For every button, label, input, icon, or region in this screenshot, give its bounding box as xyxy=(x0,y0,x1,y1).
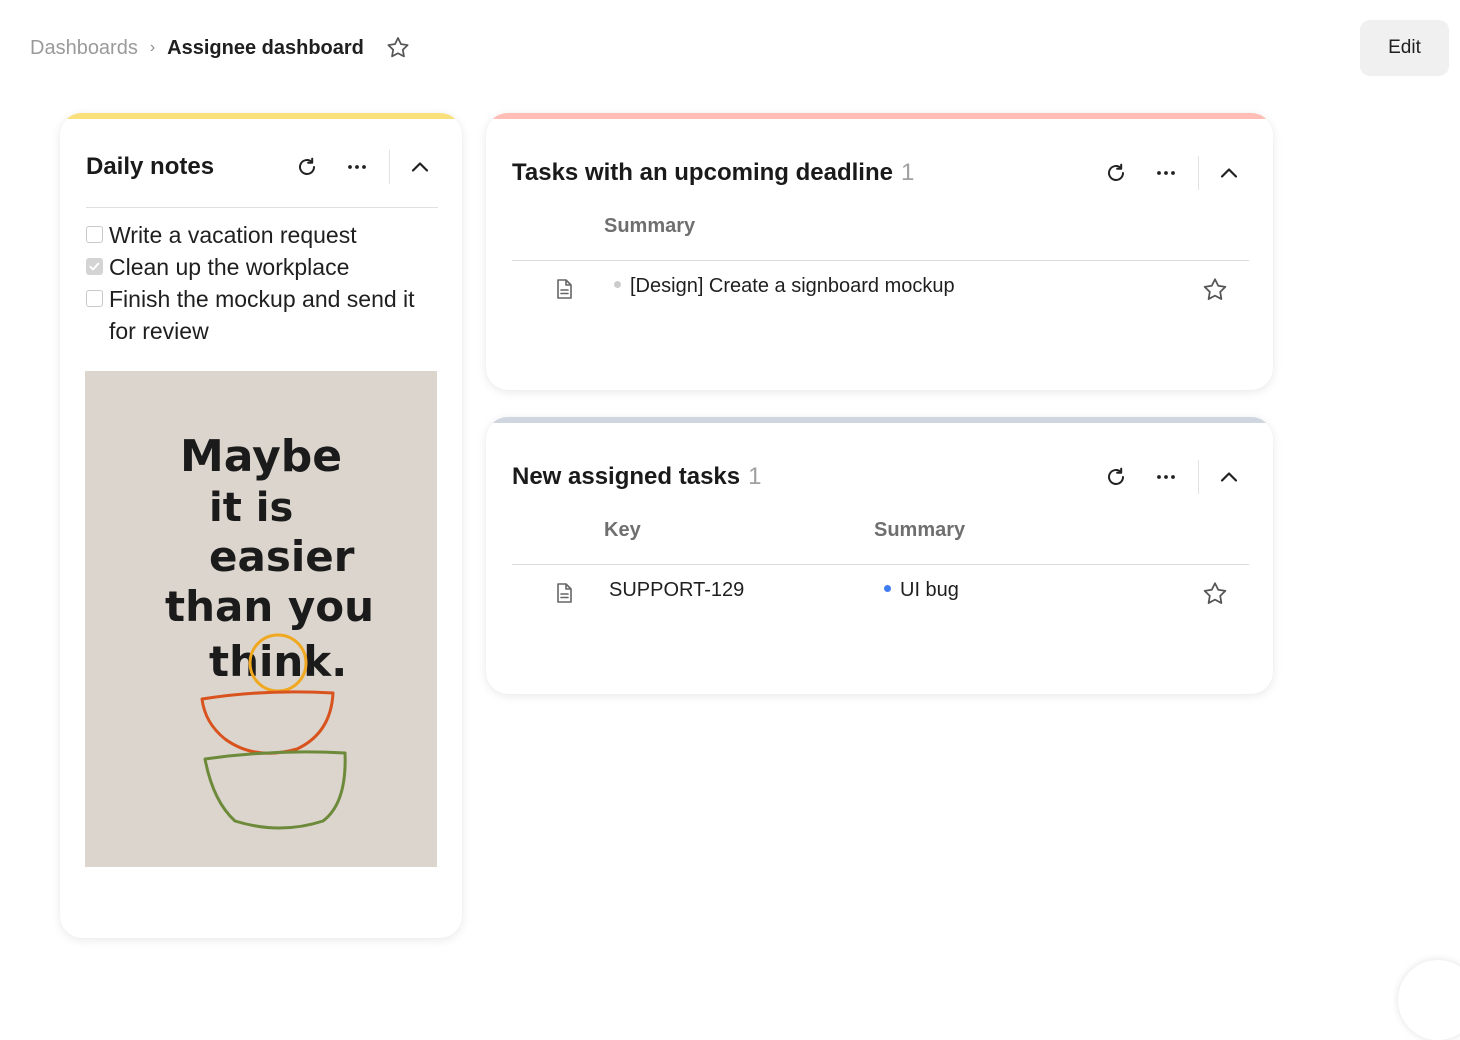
column-header-key[interactable]: Key xyxy=(604,519,641,542)
checkbox[interactable] xyxy=(86,290,103,307)
more-horizontal-icon[interactable] xyxy=(339,149,375,185)
status-dot xyxy=(614,281,621,289)
star-outline-icon[interactable] xyxy=(1201,276,1229,304)
more-horizontal-icon[interactable] xyxy=(1148,155,1184,191)
checklist: Write a vacation request Clean up the wo… xyxy=(86,219,438,347)
checklist-item-label: Write a vacation request xyxy=(109,222,357,248)
chevron-up-icon[interactable] xyxy=(1211,459,1247,495)
checklist-item: Finish the mockup and send it for review xyxy=(86,283,438,347)
refresh-icon[interactable] xyxy=(1098,459,1134,495)
edit-button[interactable]: Edit xyxy=(1360,20,1449,76)
widget-title: Tasks with an upcoming deadline 1 xyxy=(512,159,915,186)
header-divider xyxy=(1198,460,1199,494)
table-header: Summary xyxy=(512,205,1249,261)
image-text-line: than you xyxy=(165,582,374,631)
chevron-up-icon[interactable] xyxy=(1211,155,1247,191)
upcoming-deadline-widget: Tasks with an upcoming deadline 1 Summary… xyxy=(486,113,1273,390)
checkbox[interactable] xyxy=(86,226,103,243)
table-header: Key Summary xyxy=(512,509,1249,565)
star-outline-icon[interactable] xyxy=(1201,580,1229,608)
card-accent-bar xyxy=(486,417,1273,423)
more-horizontal-icon[interactable] xyxy=(1148,459,1184,495)
motivational-image: Maybe it is easier than you think. xyxy=(85,371,437,867)
favorite-star-icon[interactable] xyxy=(384,34,412,62)
column-header-summary[interactable]: Summary xyxy=(604,215,695,238)
help-bubble-button[interactable] xyxy=(1398,960,1460,1040)
breadcrumb-dashboards-link[interactable]: Dashboards xyxy=(30,37,138,60)
checklist-item-label: Finish the mockup and send it for review xyxy=(109,286,415,344)
checklist-item-label: Clean up the workplace xyxy=(109,254,350,280)
header-divider xyxy=(1198,156,1199,190)
breadcrumb-separator: › xyxy=(149,39,156,56)
refresh-icon[interactable] xyxy=(289,149,325,185)
task-summary-link[interactable]: [Design] Create a signboard mockup xyxy=(614,275,955,298)
new-assigned-tasks-widget: New assigned tasks 1 Key Summary SUPPORT-… xyxy=(486,417,1273,694)
status-dot xyxy=(884,585,891,593)
daily-notes-widget: Daily notes Write a vacation request Cle… xyxy=(60,113,462,938)
document-icon xyxy=(552,581,576,605)
image-text-line: think. xyxy=(209,637,347,686)
widget-header: New assigned tasks 1 xyxy=(512,445,1247,509)
document-icon xyxy=(552,277,576,301)
checklist-item: Write a vacation request xyxy=(86,219,438,251)
task-key-link[interactable]: SUPPORT-129 xyxy=(609,579,744,602)
image-text-line: Maybe xyxy=(180,431,342,482)
image-text-line: it is xyxy=(209,485,293,531)
widget-header: Daily notes xyxy=(86,127,438,208)
page-title: Assignee dashboard xyxy=(167,36,364,59)
widget-title: New assigned tasks 1 xyxy=(512,463,762,490)
column-header-summary[interactable]: Summary xyxy=(874,519,965,542)
checklist-item: Clean up the workplace xyxy=(86,251,438,283)
chevron-up-icon[interactable] xyxy=(402,149,438,185)
table-row[interactable]: SUPPORT-129 UI bug xyxy=(512,565,1249,621)
refresh-icon[interactable] xyxy=(1098,155,1134,191)
task-count: 1 xyxy=(900,159,915,186)
task-count: 1 xyxy=(748,463,762,490)
breadcrumb: Dashboards › Assignee dashboard xyxy=(30,30,412,66)
widget-header: Tasks with an upcoming deadline 1 xyxy=(512,141,1247,205)
card-accent-bar xyxy=(486,113,1273,119)
table-row[interactable]: [Design] Create a signboard mockup xyxy=(512,261,1249,317)
task-summary-link[interactable]: UI bug xyxy=(884,579,959,602)
card-accent-bar xyxy=(60,113,462,119)
header-divider xyxy=(389,150,390,184)
checkbox-checked[interactable] xyxy=(86,258,103,275)
image-text-line: easier xyxy=(209,532,355,581)
widget-title: Daily notes xyxy=(86,153,215,180)
